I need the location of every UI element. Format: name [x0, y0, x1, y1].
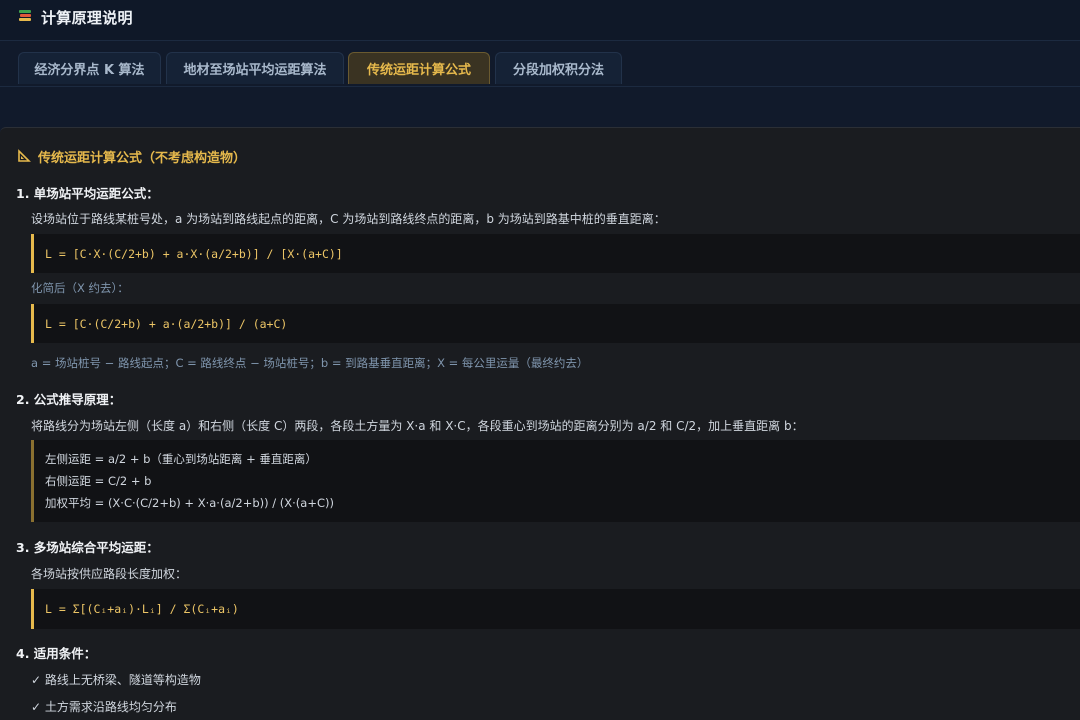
- formula-box-2: L = [C·(C/2+b) + a·(a/2+b)] / (a+C): [31, 304, 1080, 343]
- tab-bar: 经济分界点 K 算法 地材至场站平均运距算法 传统运距计算公式 分段加权积分法: [0, 40, 1080, 87]
- derivation-right: 右侧运距 = C/2 + b: [45, 474, 152, 488]
- simplified-note: 化简后（X 约去）：: [31, 281, 129, 295]
- formula-1: L = [C·X·(C/2+b) + a·X·(a/2+b)] / [X·(a+…: [45, 246, 343, 261]
- paragraph-definition: 设场站位于路线某桩号处，a 为场站到路线起点的距离，C 为场站到路线终点的距离，…: [31, 212, 666, 226]
- tab-label: 地材至场站平均运距算法: [183, 63, 327, 78]
- stack-of-books-icon: [19, 10, 33, 24]
- condition-item: ✓ 土方需求沿路线均匀分布: [31, 700, 177, 714]
- tab-average-haul-distance[interactable]: 地材至场站平均运距算法: [166, 52, 344, 84]
- tab-economic-boundary-k[interactable]: 经济分界点 K 算法: [18, 52, 161, 84]
- heading-conditions: 4. 适用条件：: [16, 646, 97, 661]
- tab-label: 分段加权积分法: [512, 63, 604, 78]
- title-bar: 计算原理说明: [0, 0, 1080, 41]
- formula-box-1: L = [C·X·(C/2+b) + a·X·(a/2+b)] / [X·(a+…: [31, 234, 1080, 273]
- paragraph-derivation: 将路线分为场站左侧（长度 a）和右侧（长度 C）两段，各段土方量为 X·a 和 …: [31, 419, 804, 433]
- formula-box-3: L = Σ[(Cᵢ+aᵢ)·Lᵢ] / Σ(Cᵢ+aᵢ): [31, 589, 1080, 629]
- formula-2: L = [C·(C/2+b) + a·(a/2+b)] / (a+C): [45, 316, 288, 331]
- derivation-left: 左侧运距 = a/2 + b（重心到场站距离 + 垂直距离）: [45, 452, 317, 466]
- section-title: 传统运距计算公式（不考虑构造物）: [38, 151, 247, 166]
- triangle-ruler-icon: [18, 149, 31, 162]
- formula-3: L = Σ[(Cᵢ+aᵢ)·Lᵢ] / Σ(Cᵢ+aᵢ): [45, 602, 239, 616]
- heading-derivation: 2. 公式推导原理：: [16, 392, 122, 407]
- tab-traditional-formula[interactable]: 传统运距计算公式: [348, 52, 490, 84]
- app-title: 计算原理说明: [41, 9, 133, 27]
- derivation-box: 左侧运距 = a/2 + b（重心到场站距离 + 垂直距离） 右侧运距 = C/…: [31, 440, 1080, 522]
- toolbar-spacer: [0, 87, 1080, 126]
- derivation-weighted: 加权平均 = (X·C·(C/2+b) + X·a·(a/2+b)) / (X·…: [45, 496, 334, 510]
- heading-multi-station: 3. 多场站综合平均运距：: [16, 540, 159, 555]
- tab-label: 传统运距计算公式: [366, 63, 471, 78]
- tab-label: 经济分界点 K 算法: [34, 63, 145, 78]
- paragraph-multi-station: 各场站按供应路段长度加权：: [31, 567, 188, 581]
- condition-item: ✓ 路线上无桥梁、隧道等构造物: [31, 673, 201, 687]
- variable-legend: a = 场站桩号 − 路线起点；C = 路线终点 − 场站桩号；b = 到路基垂…: [31, 356, 589, 370]
- tab-segment-weighted-integral[interactable]: 分段加权积分法: [495, 52, 622, 84]
- heading-single-station: 1. 单场站平均运距公式：: [16, 186, 159, 201]
